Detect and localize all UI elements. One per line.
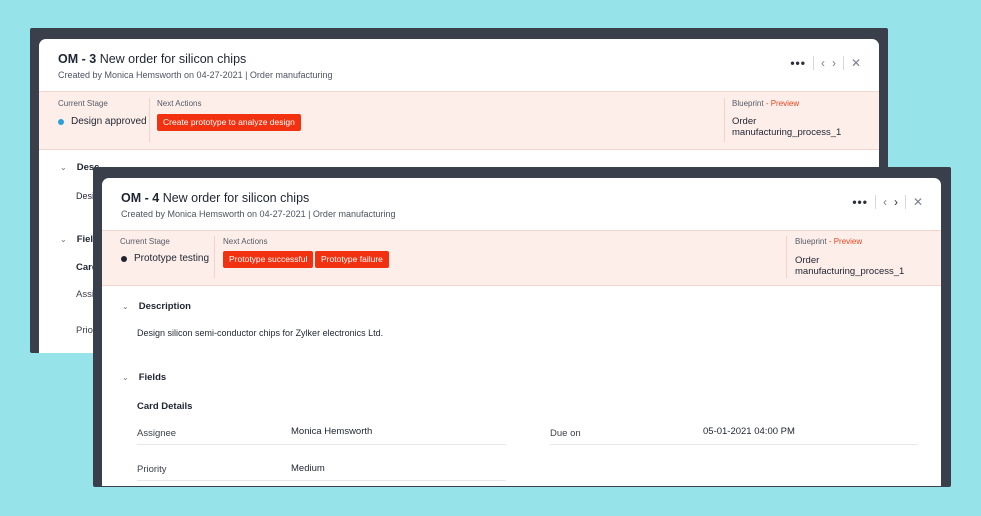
current-stage-label: Current Stage [58,99,108,108]
close-icon[interactable]: ✕ [851,56,861,70]
stage-dot-icon [121,255,127,262]
fields-heading: Fields [138,372,167,383]
chevron-right-icon[interactable]: › [832,56,836,70]
assignee-underline [137,444,506,445]
next-actions-label: Next Actions [223,237,268,246]
front-card-id: OM - 4 [121,191,160,205]
front-stage-band: Current Stage Prototype testing Next Act… [102,230,941,286]
chevron-down-icon: ⌄ [122,373,129,382]
divider [904,195,906,209]
current-stage: Design approved [58,116,147,127]
blueprint-value: Order manufacturing_process_1 [795,255,904,277]
card-details-heading: Card Details [137,401,193,412]
divider [842,56,844,70]
assignee-value[interactable]: Monica Hemsworth [291,426,372,437]
divider [149,98,150,142]
blueprint-label: Blueprint - Preview [795,237,862,246]
chevron-left-icon[interactable]: ‹ [821,56,825,70]
due-on-underline [550,444,918,445]
blueprint-label-text: Blueprint [795,237,827,246]
back-card-title: OM - 3 New order for silicon chips [58,52,246,66]
front-card-subtitle: Created by Monica Hemsworth on 04-27-202… [121,209,396,219]
more-icon[interactable]: ••• [852,195,868,209]
divider [724,98,725,142]
due-on-label: Due on [550,428,581,439]
priority-value[interactable]: Medium [291,463,325,474]
preview-link[interactable]: - Preview [766,99,799,108]
description-toggle[interactable]: ⌄ Description [122,301,191,312]
blueprint-line1: Order [795,255,820,266]
chevron-down-icon: ⌄ [60,235,67,244]
current-stage: Prototype testing [121,253,209,264]
back-card-title-text: New order for silicon chips [99,52,247,66]
current-stage-value: Prototype testing [134,253,210,264]
divider [874,195,876,209]
chevron-down-icon: ⌄ [60,163,67,172]
fields-toggle[interactable]: ⌄ Fields [122,372,166,383]
current-stage-label: Current Stage [120,237,170,246]
current-stage-value: Design approved [71,116,147,127]
blueprint-value: Order manufacturing_process_1 [732,116,841,138]
blueprint-label-text: Blueprint [732,99,764,108]
more-icon[interactable]: ••• [790,56,806,70]
next-actions-label: Next Actions [157,99,202,108]
priority-underline [137,480,506,481]
chevron-right-icon[interactable]: › [894,195,898,209]
blueprint-line2: manufacturing_process_1 [732,127,842,138]
back-card-actions: ••• ‹ › ✕ [790,56,861,70]
prototype-failure-button[interactable]: Prototype failure [315,251,389,268]
preview-link[interactable]: - Preview [829,237,862,246]
divider [214,236,215,278]
assignee-label: Assignee [137,428,177,439]
description-text: Design silicon semi-conductor chips for … [137,328,384,338]
front-card-title-text: New order for silicon chips [162,191,310,205]
front-card-title: OM - 4 New order for silicon chips [121,191,309,205]
blueprint-line2: manufacturing_process_1 [795,266,905,277]
front-card-header: OM - 4 New order for silicon chips Creat… [102,178,941,230]
back-card-subtitle: Created by Monica Hemsworth on 04-27-202… [58,70,333,80]
chevron-left-icon[interactable]: ‹ [883,195,887,209]
create-prototype-button[interactable]: Create prototype to analyze design [157,114,301,131]
blueprint-line1: Order [732,116,757,127]
due-on-value[interactable]: 05-01-2021 04:00 PM [703,426,795,437]
front-card-actions: ••• ‹ › ✕ [852,195,923,209]
priority-label: Priority [137,464,167,475]
close-icon[interactable]: ✕ [913,195,923,209]
divider [812,56,814,70]
front-card: OM - 4 New order for silicon chips Creat… [102,178,941,486]
prototype-successful-button[interactable]: Prototype successful [223,251,314,268]
blueprint-label: Blueprint - Preview [732,99,799,108]
chevron-down-icon: ⌄ [122,302,129,311]
back-card-id: OM - 3 [58,52,97,66]
stage-dot-icon [58,118,64,125]
divider [786,236,787,278]
back-assignee-peek: Assi [76,289,94,300]
description-heading: Description [138,301,191,312]
back-stage-band: Current Stage Design approved Next Actio… [39,91,879,150]
back-description-peek: Desi [76,191,95,201]
back-card-header: OM - 3 New order for silicon chips Creat… [39,39,879,91]
